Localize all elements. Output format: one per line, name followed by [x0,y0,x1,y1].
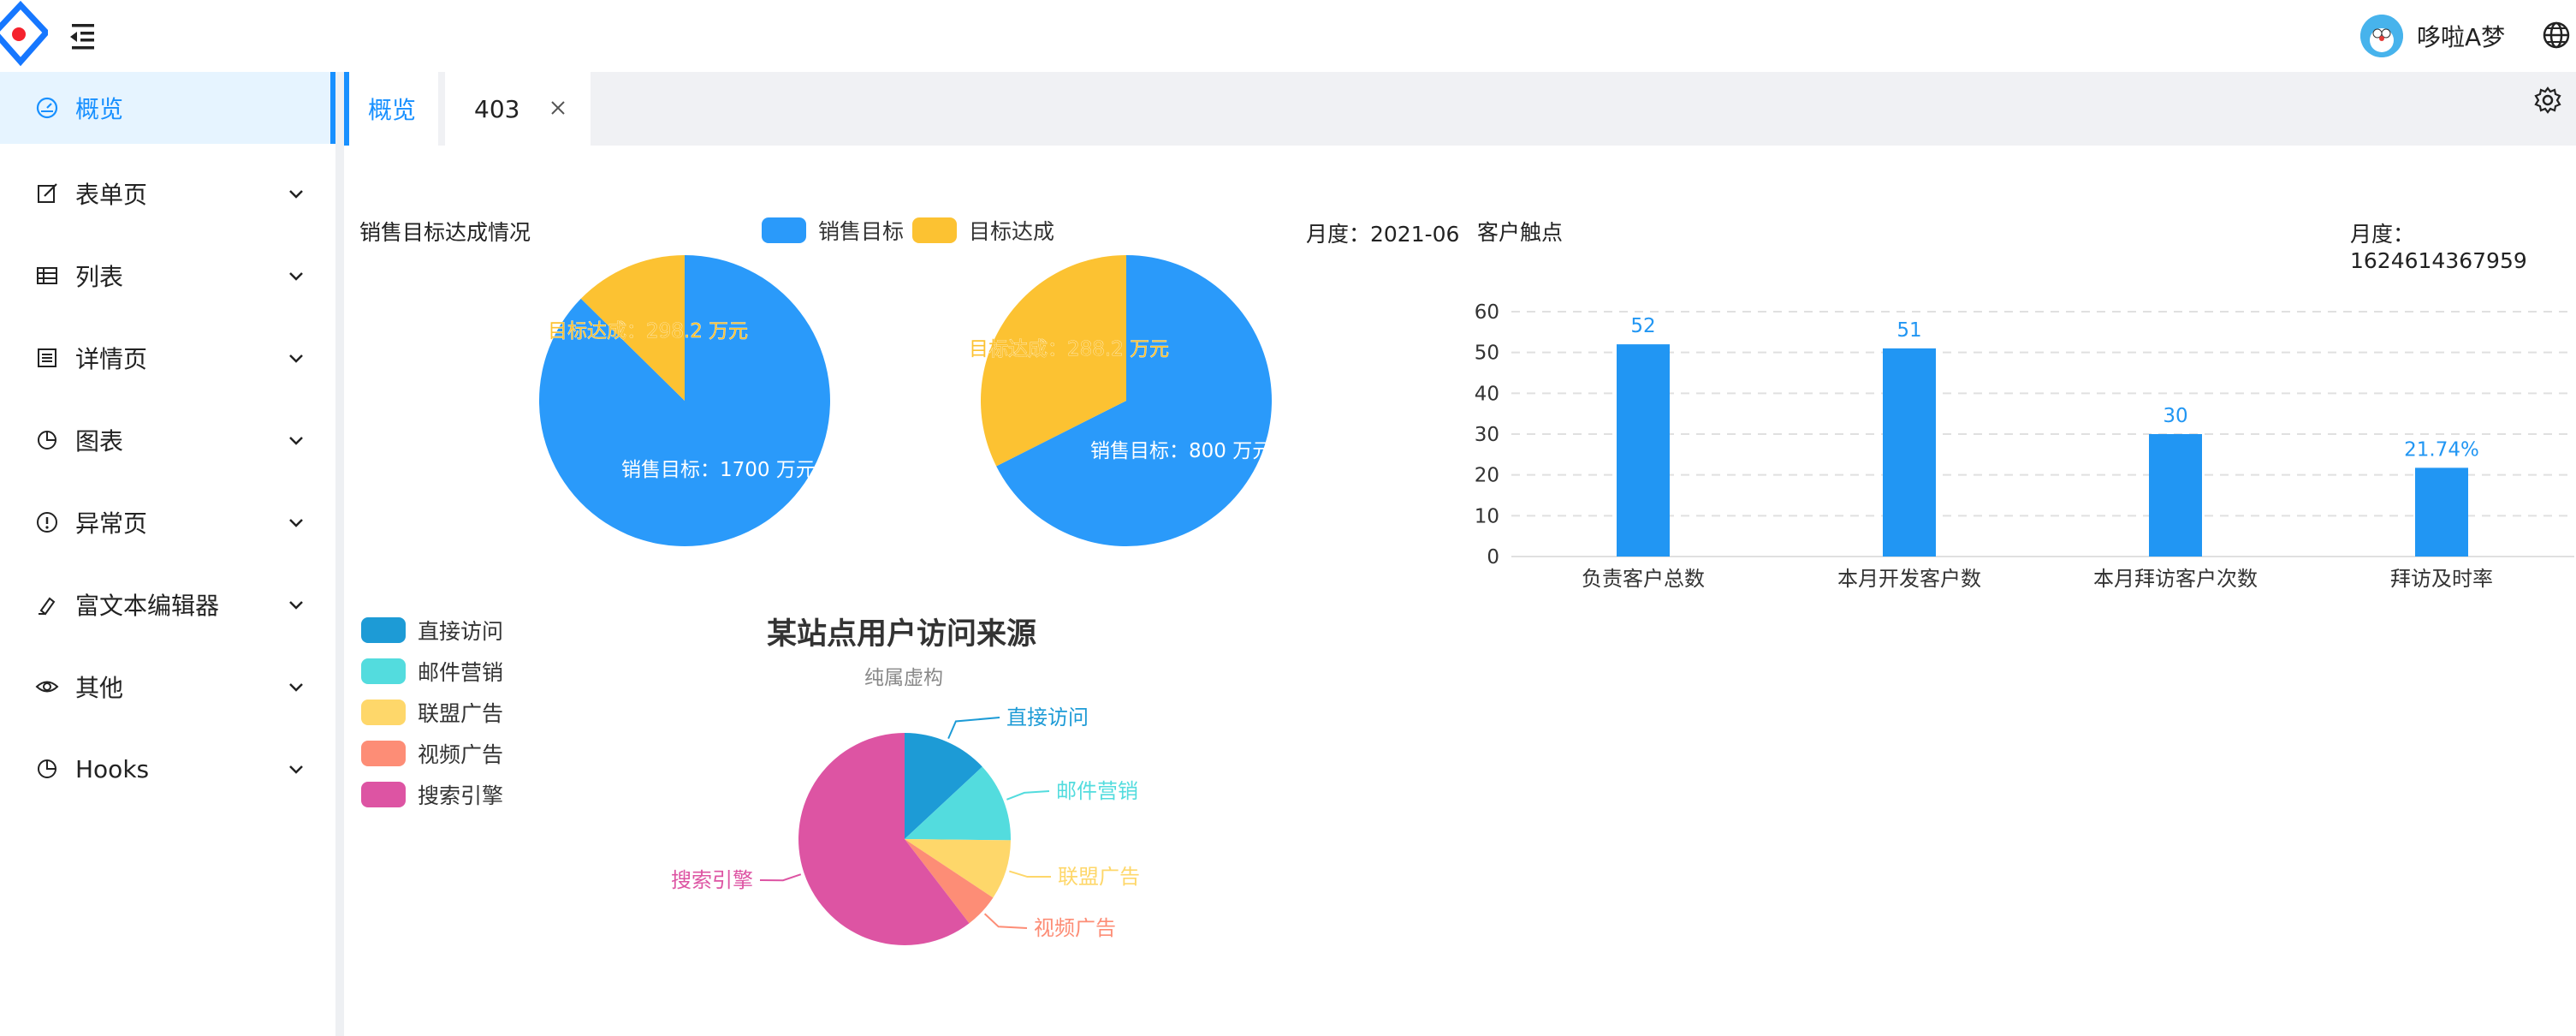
y-tick-label: 40 [1475,383,1499,405]
y-tick-label: 60 [1475,301,1499,324]
pie-slice-label: 搜索引擎 [671,868,753,892]
pie-leader-line [947,717,1000,740]
bar-data-label: 52 [1630,315,1655,337]
x-tick-label: 负责客户总数 [1582,567,1705,591]
pie-slice-label: 联盟广告 [1058,865,1140,889]
pie-leader-line [983,913,1028,929]
pie-leader-line [759,873,802,882]
bar-data-label: 21.74% [2404,438,2479,461]
pie-label-achieved: 目标达成：288.2 万元 [969,338,1169,360]
pie-label-achieved: 目标达成：298.2 万元 [548,320,748,342]
x-tick-label: 拜访及时率 [2390,567,2493,591]
pie-label-target: 销售目标：800 万元 [1090,440,1272,462]
pie-leader-line [1009,870,1052,878]
pie-slice-label: 视频广告 [1034,916,1116,940]
x-tick-label: 本月拜访客户次数 [2093,567,2258,591]
y-tick-label: 30 [1475,424,1499,446]
bar [2149,434,2202,557]
bar-data-label: 51 [1896,319,1921,342]
x-tick-label: 本月开发客户数 [1837,567,1981,591]
y-tick-label: 0 [1487,546,1499,569]
bar [2415,467,2468,557]
y-tick-label: 50 [1475,342,1499,365]
bar [1883,348,1936,557]
y-tick-label: 20 [1475,465,1499,487]
pie-slice-label: 直接访问 [1006,706,1089,729]
pie-label-target: 销售目标：1700 万元 [621,459,816,481]
bar [1617,344,1670,557]
y-tick-label: 10 [1475,505,1499,527]
charts-canvas: 目标达成：298.2 万元销售目标：1700 万元 目标达成：288.2 万元销售… [538,255,2574,945]
pie-leader-line [1006,790,1050,801]
pie-slice-label: 邮件营销 [1056,779,1138,803]
bar-data-label: 30 [2163,405,2187,427]
